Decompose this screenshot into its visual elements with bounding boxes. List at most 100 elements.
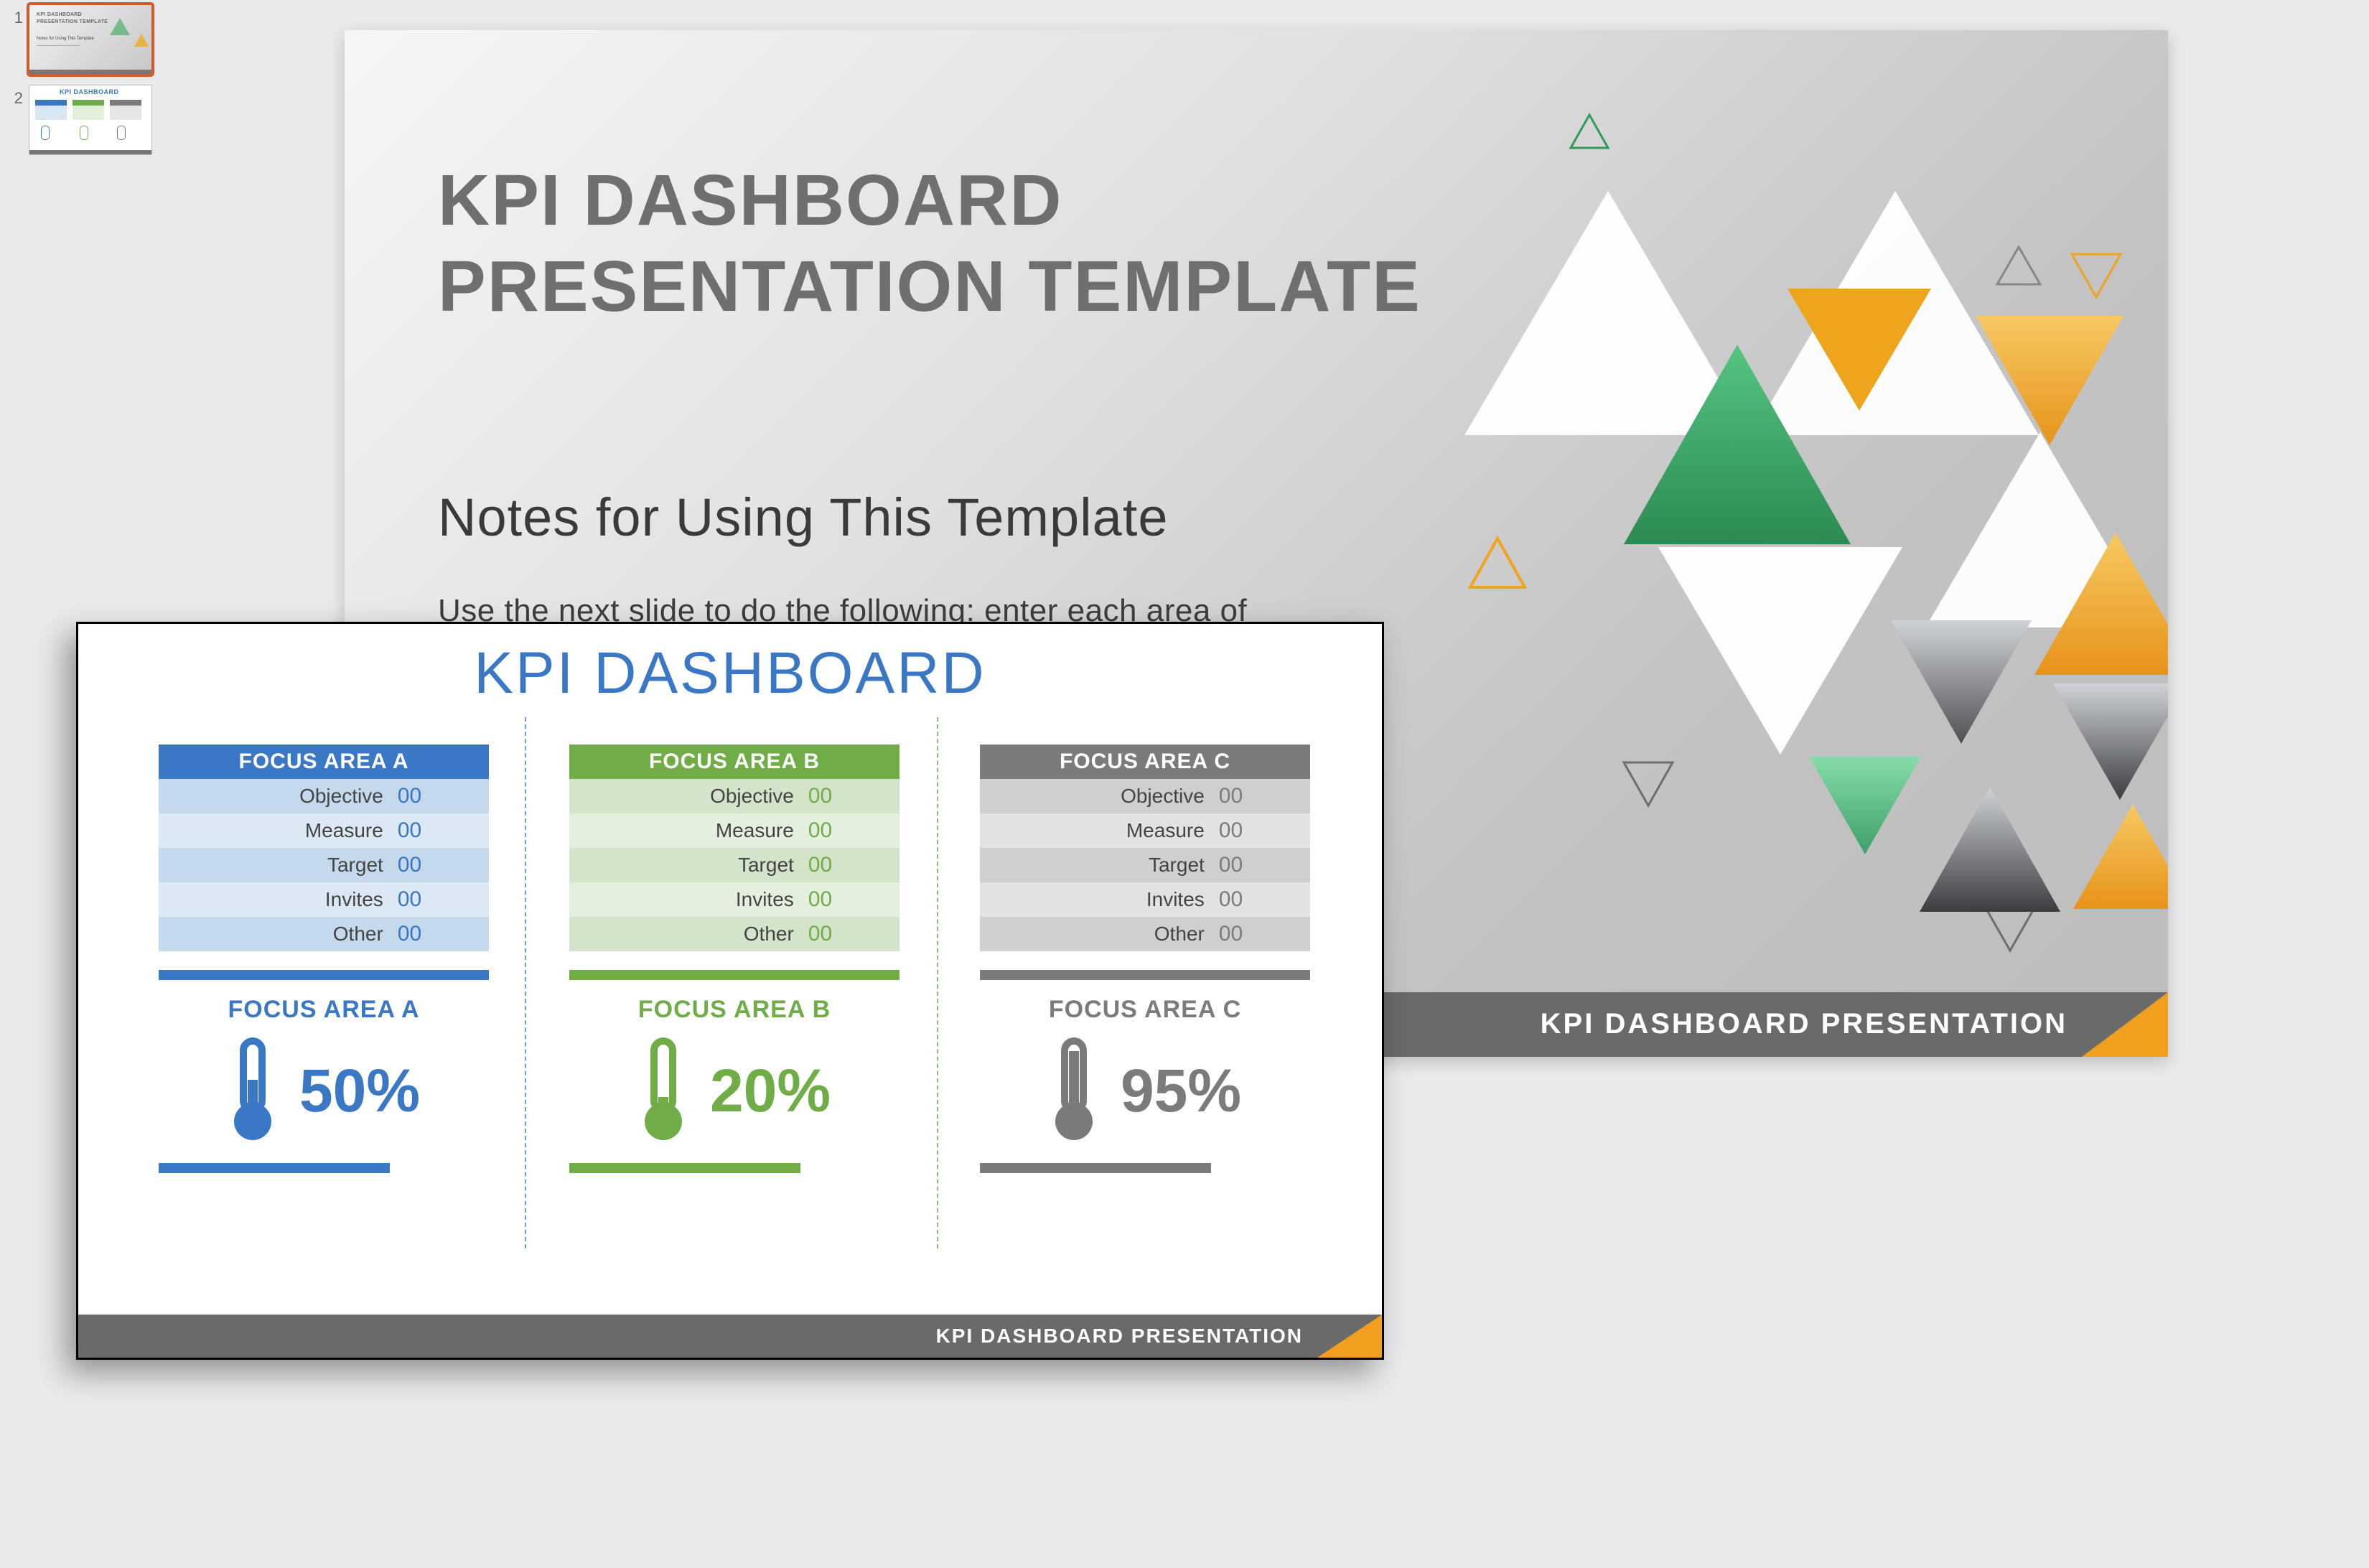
thumbnail-2-col-c-h <box>110 100 141 106</box>
table-row: Target00 <box>159 848 489 882</box>
triangle-icon <box>1658 547 1902 755</box>
row-label: Target <box>159 848 398 882</box>
focus-area-a-metric: 50% <box>159 1037 489 1144</box>
app-root: 1 KPI DASHBOARD PRESENTATION TEMPLATE No… <box>0 0 2369 1568</box>
triangle-orange-icon <box>2072 804 2168 910</box>
column-divider <box>937 717 938 1249</box>
focus-area-c-column: FOCUS AREA C Objective00 Measure00 Targe… <box>980 745 1310 1173</box>
table-row: Objective00 <box>569 779 900 813</box>
triangle-outline-icon <box>1469 537 1526 589</box>
table-row: Invites00 <box>980 882 1310 917</box>
thermometer-icon <box>228 1037 278 1144</box>
thumbnail-2-number: 2 <box>4 85 29 108</box>
thumbnail-1[interactable]: KPI DASHBOARD PRESENTATION TEMPLATE Note… <box>29 4 152 75</box>
row-value: 00 <box>808 917 900 951</box>
row-label: Other <box>159 917 398 951</box>
focus-area-c-metric: 95% <box>980 1037 1310 1144</box>
table-row: Invites00 <box>569 882 900 917</box>
focus-area-b-header: FOCUS AREA B <box>569 745 900 779</box>
separator-bar <box>159 1163 390 1173</box>
thermometer-icon <box>1049 1037 1099 1144</box>
thumbnail-2-thermo-c <box>117 126 126 140</box>
row-label: Invites <box>980 882 1219 917</box>
focus-area-a-header: FOCUS AREA A <box>159 745 489 779</box>
separator-bar <box>569 1163 800 1173</box>
thumbnail-2-col-b-h <box>73 100 104 106</box>
focus-area-b-metric: 20% <box>569 1037 900 1144</box>
thumbnail-2-thermo-a <box>41 126 50 140</box>
row-label: Objective <box>980 779 1219 813</box>
overlay-title: KPI DASHBOARD <box>78 640 1382 707</box>
row-value: 00 <box>808 813 900 848</box>
row-value: 00 <box>398 813 489 848</box>
row-label: Invites <box>569 882 808 917</box>
row-value: 00 <box>398 882 489 917</box>
separator-bar <box>159 970 489 980</box>
thumbnail-2-col-a-h <box>35 100 67 106</box>
row-value: 00 <box>808 882 900 917</box>
thumbnail-1-footer <box>29 70 151 74</box>
row-label: Target <box>569 848 808 882</box>
focus-area-b-label: FOCUS AREA B <box>569 996 900 1024</box>
thumbnail-1-number: 1 <box>4 4 29 27</box>
thumbnail-1-line4 <box>37 45 80 46</box>
row-label: Measure <box>569 813 808 848</box>
thumbnail-2-thermo-b <box>80 126 88 140</box>
thumbnail-1-triangle-icon <box>110 18 130 35</box>
row-value: 00 <box>1219 882 1310 917</box>
focus-area-b-percent: 20% <box>710 1056 831 1126</box>
thumbnail-1-line2: PRESENTATION TEMPLATE <box>37 19 108 24</box>
row-label: Objective <box>569 779 808 813</box>
row-value: 00 <box>1219 917 1310 951</box>
table-row: Other00 <box>569 917 900 951</box>
thumbnail-1-line1: KPI DASHBOARD <box>37 12 82 17</box>
table-row: Other00 <box>159 917 489 951</box>
row-value: 00 <box>808 848 900 882</box>
table-row: Objective00 <box>980 779 1310 813</box>
footer-accent-icon <box>1317 1315 1382 1358</box>
triangle-green-icon <box>1622 345 1852 546</box>
focus-area-a-rows: Objective00 Measure00 Target00 Invites00… <box>159 779 489 951</box>
table-row: Measure00 <box>980 813 1310 848</box>
overlay-slide[interactable]: KPI DASHBOARD FOCUS AREA A Objective00 M… <box>76 622 1384 1360</box>
table-row: Invites00 <box>159 882 489 917</box>
focus-area-b-column: FOCUS AREA B Objective00 Measure00 Targe… <box>569 745 900 1173</box>
thumbnail-1-triangle-icon-2 <box>134 34 149 47</box>
thumbnail-2-footer <box>29 150 151 154</box>
row-value: 00 <box>398 848 489 882</box>
slide-title-line1: KPI DASHBOARD <box>438 159 1062 242</box>
row-value: 00 <box>398 917 489 951</box>
separator-bar <box>980 970 1310 980</box>
triangle-outline-icon <box>2070 253 2122 299</box>
focus-area-a-percent: 50% <box>299 1056 420 1126</box>
separator-bar <box>980 1163 1211 1173</box>
triangle-dark-icon <box>2052 682 2168 801</box>
table-row: Target00 <box>980 848 1310 882</box>
thumbnail-2-row: 2 KPI DASHBOARD <box>4 85 169 155</box>
row-label: Measure <box>980 813 1219 848</box>
row-label: Other <box>569 917 808 951</box>
triangle-dark-icon <box>1918 787 2062 913</box>
focus-area-a-label: FOCUS AREA A <box>159 996 489 1024</box>
table-row: Target00 <box>569 848 900 882</box>
row-value: 00 <box>1219 779 1310 813</box>
table-row: Objective00 <box>159 779 489 813</box>
focus-area-c-label: FOCUS AREA C <box>980 996 1310 1024</box>
thumbnail-1-line3: Notes for Using This Template <box>37 37 94 41</box>
table-row: Measure00 <box>569 813 900 848</box>
slide-thumbnail-panel: 1 KPI DASHBOARD PRESENTATION TEMPLATE No… <box>4 4 169 165</box>
triangle-outline-icon <box>1996 246 2042 286</box>
column-divider <box>525 717 526 1249</box>
overlay-footer-text: KPI DASHBOARD PRESENTATION <box>936 1325 1303 1348</box>
triangle-outline-icon <box>1622 761 1674 807</box>
table-row: Other00 <box>980 917 1310 951</box>
triangle-orange-icon <box>2033 533 2168 676</box>
row-label: Other <box>980 917 1219 951</box>
thermometer-icon <box>638 1037 688 1144</box>
thumbnail-2[interactable]: KPI DASHBOARD <box>29 85 152 155</box>
triangle-outline-icon <box>1569 113 1609 149</box>
footer-accent-icon <box>2082 992 2168 1057</box>
focus-area-c-header: FOCUS AREA C <box>980 745 1310 779</box>
triangle-dark-icon <box>1889 619 2033 745</box>
thumbnail-1-row: 1 KPI DASHBOARD PRESENTATION TEMPLATE No… <box>4 4 169 75</box>
